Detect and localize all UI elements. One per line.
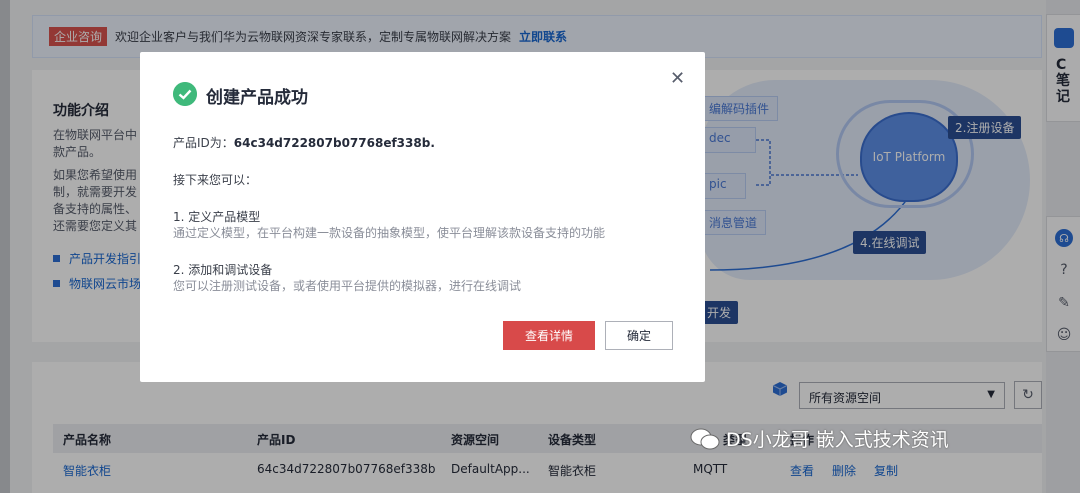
- close-icon[interactable]: ✕: [670, 68, 685, 89]
- watermark: DS小龙哥 嵌入式技术资讯: [690, 425, 949, 452]
- success-check-icon: [173, 82, 197, 106]
- create-success-dialog: ✕ 创建产品成功 产品ID为：64c34d722807b07768ef338b.…: [140, 52, 705, 382]
- step2-title: 2. 添加和调试设备: [173, 263, 273, 277]
- next-steps-label: 接下来您可以：: [173, 173, 258, 187]
- confirm-button[interactable]: 确定: [605, 321, 673, 350]
- wechat-icon: [690, 428, 720, 449]
- view-details-button[interactable]: 查看详情: [503, 321, 595, 350]
- step1-desc: 通过定义模型，在平台构建一款设备的抽象模型，使平台理解该款设备支持的功能: [173, 226, 606, 240]
- product-id-value: 64c34d722807b07768ef338b.: [233, 136, 435, 150]
- dialog-title: 创建产品成功: [206, 88, 308, 108]
- step2-desc: 您可以注册测试设备，或者使用平台提供的模拟器，进行在线调试: [173, 279, 522, 293]
- step1-title: 1. 定义产品模型: [173, 210, 261, 224]
- product-id-line: 产品ID为：64c34d722807b07768ef338b.: [173, 136, 435, 150]
